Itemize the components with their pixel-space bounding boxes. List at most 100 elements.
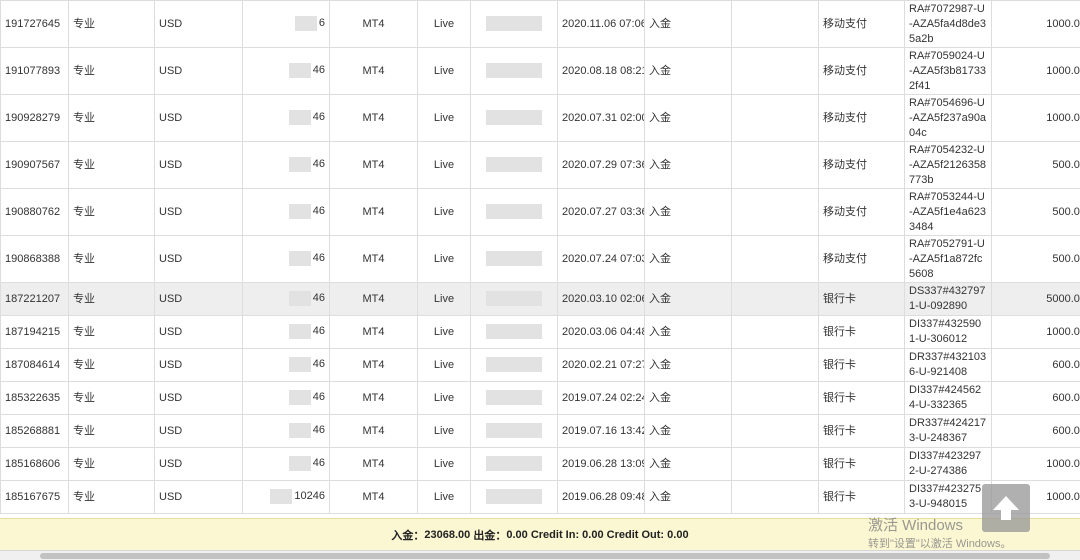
masked-value [486,489,542,505]
account-number-cell: 187221207 [0,282,69,316]
payment-method-cell: 银行卡 [818,447,905,481]
horizontal-scrollbar-thumb[interactable] [40,553,1050,559]
masked-name-cell [470,282,558,316]
withdraw-total-value: 0.00 [506,528,528,541]
empty-cell [731,94,819,142]
transaction-time-cell: 2020.02.21 07:27 [557,348,645,382]
reference-cell: DI337#4325901-U-306012 [904,315,992,349]
masked-account-suffix: 46 [312,391,325,404]
totals-summary-bar: 入金： 23068.00 出金： 0.00 Credit In: 0.00 Cr… [0,518,1080,550]
payment-method-cell: 移动支付 [818,188,905,236]
masked-value [288,251,311,267]
masked-value [288,357,311,373]
reference-cell: DS337#4327971-U-092890 [904,282,992,316]
masked-name-cell [470,141,558,189]
masked-value [486,324,542,340]
direction-cell: 入金 [644,235,732,283]
reference-cell: RA#7072987-U-AZA5fa4d8de35a2b [904,0,992,48]
masked-account-cell: 46 [242,447,330,481]
currency-cell: USD [154,447,243,481]
platform-cell: MT4 [329,480,418,514]
masked-account-cell: 46 [242,348,330,382]
masked-account-suffix: 46 [312,111,325,124]
platform-cell: MT4 [329,315,418,349]
reference-cell: RA#7059024-U-AZA5f3b817332f41 [904,47,992,95]
masked-account-cell: 46 [242,282,330,316]
table-row: 191727645 专业 USD 6 MT4 Live 2020.11.06 07:06 入金… [0,0,1080,48]
currency-cell: USD [154,235,243,283]
withdraw-total-label: 出金： [473,529,507,542]
currency-cell: USD [154,188,243,236]
masked-name-cell [470,447,558,481]
masked-account-cell: 46 [242,94,330,142]
masked-name-cell [470,94,558,142]
amount-cell: 500.00 [991,188,1080,236]
account-type-cell: 专业 [68,94,155,142]
currency-cell: USD [154,381,243,415]
back-to-top-button[interactable] [982,484,1030,532]
horizontal-scrollbar[interactable] [0,550,1080,560]
masked-account-cell: 46 [242,414,330,448]
masked-name-cell [470,480,558,514]
masked-account-cell: 46 [242,47,330,95]
amount-cell: 500.00 [991,141,1080,189]
empty-cell [731,414,819,448]
payment-method-cell: 银行卡 [818,282,905,316]
payment-method-cell: 银行卡 [818,348,905,382]
masked-account-suffix: 46 [312,358,325,371]
masked-value [288,110,311,126]
account-number-cell: 190907567 [0,141,69,189]
direction-cell: 入金 [644,381,732,415]
platform-cell: MT4 [329,141,418,189]
currency-cell: USD [154,315,243,349]
account-number-cell: 190868388 [0,235,69,283]
masked-value [486,357,542,373]
account-type-cell: 专业 [68,0,155,48]
transaction-time-cell: 2020.07.24 07:03 [557,235,645,283]
payment-method-cell: 移动支付 [818,0,905,48]
amount-cell: 600.00 [991,348,1080,382]
transaction-time-cell: 2020.11.06 07:06 [557,0,645,48]
masked-name-cell [470,235,558,283]
transaction-time-cell: 2020.03.06 04:48 [557,315,645,349]
reference-cell: RA#7052791-U-AZA5f1a872fc5608 [904,235,992,283]
account-type-cell: 专业 [68,381,155,415]
reference-cell: RA#7053244-U-AZA5f1e4a6233484 [904,188,992,236]
credit-out-label: Credit Out: [606,528,665,541]
masked-account-cell: 46 [242,188,330,236]
currency-cell: USD [154,47,243,95]
masked-value [288,324,311,340]
currency-cell: USD [154,141,243,189]
masked-value [486,456,542,472]
masked-value [486,204,542,220]
environment-cell: Live [417,447,471,481]
masked-account-cell: 6 [242,0,330,48]
masked-account-cell: 46 [242,381,330,415]
platform-cell: MT4 [329,188,418,236]
amount-cell: 1000.00 [991,94,1080,142]
platform-cell: MT4 [329,414,418,448]
masked-value [288,291,311,307]
environment-cell: Live [417,0,471,48]
transaction-time-cell: 2020.07.29 07:36 [557,141,645,189]
masked-name-cell [470,0,558,48]
currency-cell: USD [154,0,243,48]
direction-cell: 入金 [644,282,732,316]
currency-cell: USD [154,94,243,142]
direction-cell: 入金 [644,348,732,382]
empty-cell [731,348,819,382]
empty-cell [731,235,819,283]
account-type-cell: 专业 [68,315,155,349]
account-number-cell: 190880762 [0,188,69,236]
masked-name-cell [470,47,558,95]
transaction-time-cell: 2020.07.31 02:00 [557,94,645,142]
amount-cell: 1000.00 [991,47,1080,95]
table-row: 191077893 专业 USD 46 MT4 Live 2020.08.18 08:21 入… [0,47,1080,95]
direction-cell: 入金 [644,94,732,142]
masked-account-suffix: 6 [318,17,325,30]
reference-cell: DI337#4232753-U-948015 [904,480,992,514]
masked-account-suffix: 46 [312,424,325,437]
amount-cell: 5000.00 [991,282,1080,316]
payment-method-cell: 银行卡 [818,381,905,415]
reference-cell: RA#7054696-U-AZA5f237a90a04c [904,94,992,142]
